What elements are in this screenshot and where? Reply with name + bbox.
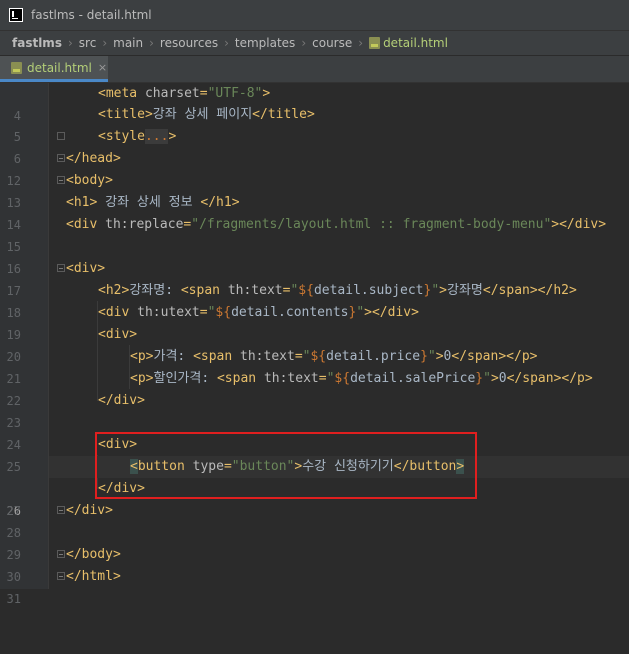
close-icon[interactable]: × [98, 61, 107, 74]
code-text[interactable]: <h1> 강좌 상세 정보 </h1> [66, 192, 240, 214]
code-text[interactable]: <div> [66, 258, 105, 280]
fold-collapse-icon[interactable] [57, 154, 65, 162]
breadcrumb: fastlms › src › main › resources › templ… [0, 31, 629, 56]
breadcrumb-item-file[interactable]: detail.html [369, 36, 448, 50]
code-line[interactable]: 4 <meta charset="UTF-8"> [0, 83, 629, 123]
code-line[interactable]: 14 <h1> 강좌 상세 정보 </h1> [0, 192, 629, 232]
code-line[interactable]: 12 </head> [0, 148, 629, 188]
code-line[interactable]: 13 <body> [0, 170, 629, 210]
code-text[interactable]: <div th:utext="${detail.contents}"></div… [98, 302, 419, 324]
code-text[interactable]: </body> [66, 544, 121, 566]
code-line[interactable]: 16 [0, 236, 629, 276]
code-text[interactable]: <title>강좌 상세 페이지</title> [98, 104, 315, 126]
intellij-logo-icon [9, 8, 23, 22]
breadcrumb-item-project[interactable]: fastlms [12, 36, 62, 50]
code-line[interactable]: 15 <div th:replace="/fragments/layout.ht… [0, 214, 629, 254]
breadcrumb-item-src[interactable]: src [79, 36, 97, 50]
fold-collapse-icon[interactable] [57, 176, 65, 184]
html-file-icon [11, 61, 22, 74]
code-text[interactable]: </div> [66, 500, 113, 522]
code-line[interactable]: 21 <p>가격: <span th:text="${detail.price}… [0, 346, 629, 386]
fold-collapse-icon[interactable] [57, 264, 65, 272]
code-text[interactable]: </html> [66, 566, 121, 588]
window-title: fastlms - detail.html [31, 8, 152, 22]
html-file-icon [369, 37, 381, 49]
tab-detail-html[interactable]: detail.html × [0, 56, 108, 82]
breadcrumb-item-templates[interactable]: templates [235, 36, 295, 50]
chevron-right-icon: › [149, 36, 154, 50]
code-text[interactable]: <meta charset="UTF-8"> [98, 83, 270, 105]
tab-label: detail.html [27, 60, 92, 75]
breadcrumb-item-course[interactable]: course [312, 36, 352, 50]
code-text[interactable]: <div th:replace="/fragments/layout.html … [66, 214, 606, 236]
code-text[interactable]: <div> [98, 324, 137, 346]
code-text[interactable]: <p>할인가격: <span th:text="${detail.salePri… [130, 368, 593, 390]
highlight-annotation-box [95, 432, 477, 499]
chevron-right-icon: › [224, 36, 229, 50]
code-line[interactable]: 29 [0, 522, 629, 562]
fold-expand-icon[interactable] [57, 132, 65, 140]
code-text[interactable]: </head> [66, 148, 121, 170]
code-line[interactable]: 30 </body> [0, 544, 629, 584]
code-line[interactable]: 20 <div> [0, 324, 629, 364]
code-line[interactable]: 18 <h2>강좌명: <span th:text="${detail.subj… [0, 280, 629, 320]
chevron-right-icon: › [67, 36, 73, 50]
fold-collapse-icon[interactable] [57, 506, 65, 514]
code-line[interactable]: 31 </html> [0, 566, 629, 606]
code-line[interactable]: 5 <title>강좌 상세 페이지</title> [0, 104, 629, 144]
line-number: 31 [6, 592, 21, 606]
code-line[interactable]: 17 <div> [0, 258, 629, 298]
code-line[interactable]: 24 [0, 412, 629, 452]
code-text[interactable]: <h2>강좌명: <span th:text="${detail.subject… [98, 280, 577, 302]
editor-tab-bar: detail.html × [0, 56, 629, 83]
code-text[interactable]: </div> [98, 390, 145, 412]
fold-collapse-icon[interactable] [57, 572, 65, 580]
code-text[interactable]: <p>가격: <span th:text="${detail.price}">0… [130, 346, 537, 368]
fold-collapse-icon[interactable] [57, 550, 65, 558]
title-bar: fastlms - detail.html [0, 0, 629, 31]
breadcrumb-file-label: detail.html [383, 36, 448, 50]
chevron-right-icon: › [301, 36, 307, 50]
code-line[interactable]: 6 <style...> [0, 126, 629, 166]
breadcrumb-item-resources[interactable]: resources [160, 36, 218, 50]
code-line[interactable]: 28 </div> [0, 500, 629, 540]
code-line[interactable]: 23 </div> [0, 390, 629, 430]
chevron-right-icon: › [358, 36, 364, 50]
code-text[interactable]: <style...> [98, 126, 176, 148]
code-text[interactable]: <body> [66, 170, 113, 192]
code-line[interactable]: 19 <div th:utext="${detail.contents}"></… [0, 302, 629, 342]
code-line[interactable]: 22 <p>할인가격: <span th:text="${detail.sale… [0, 368, 629, 408]
breadcrumb-item-main[interactable]: main [113, 36, 143, 50]
chevron-right-icon: › [102, 36, 108, 50]
